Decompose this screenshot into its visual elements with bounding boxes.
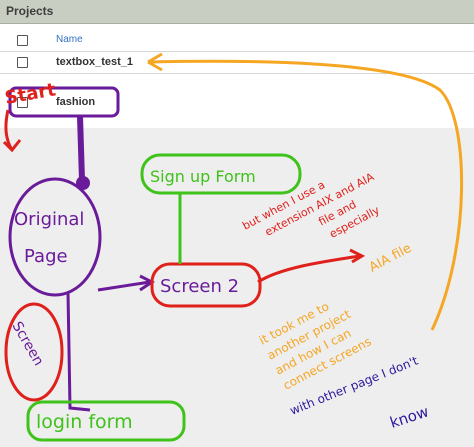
purple-note-line2: know (388, 402, 431, 431)
original-page-label-line1: Original (14, 209, 84, 230)
red-note-line5: AIA file (367, 241, 414, 276)
original-page-node (8, 177, 102, 297)
original-page-label-line2: Page (24, 246, 68, 267)
screen-label: Screen (9, 319, 47, 369)
start-label: Start (3, 79, 57, 109)
purple-note-line1: with other page I don't (288, 353, 420, 417)
screen2-label: Screen 2 (160, 276, 239, 297)
signup-form-label: Sign up Form (150, 167, 256, 186)
handwritten-annotations: Start Original Page Sign up Form Screen … (2, 52, 464, 442)
login-form-label: login form (36, 411, 133, 433)
